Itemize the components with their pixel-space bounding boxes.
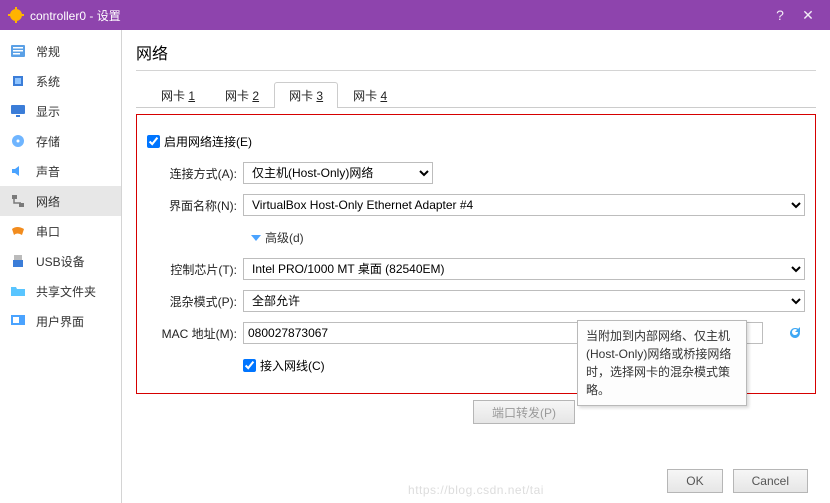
list-icon xyxy=(10,43,26,59)
tab-nic-3[interactable]: 网卡 3 xyxy=(274,82,338,108)
app-icon xyxy=(8,7,24,23)
speaker-icon xyxy=(10,163,26,179)
name-select[interactable]: VirtualBox Host-Only Ethernet Adapter #4 xyxy=(243,194,805,216)
attach-label: 连接方式(A): xyxy=(147,165,243,182)
sidebar-item-serial[interactable]: 串口 xyxy=(0,216,121,246)
sidebar-item-label: 显示 xyxy=(36,103,60,120)
sidebar-item-label: 声音 xyxy=(36,163,60,180)
disk-icon xyxy=(10,133,26,149)
advanced-toggle[interactable]: 高级(d) xyxy=(243,229,304,246)
mac-refresh-button[interactable] xyxy=(785,323,805,343)
sidebar-item-shared[interactable]: 共享文件夹 xyxy=(0,276,121,306)
cable-label: 接入网线(C) xyxy=(260,357,325,374)
promisc-tooltip: 当附加到内部网络、仅主机(Host-Only)网络或桥接网络时，选择网卡的混杂模… xyxy=(577,320,747,406)
sidebar-item-label: 常规 xyxy=(36,43,60,60)
promisc-select[interactable]: 全部允许 xyxy=(243,290,805,312)
sidebar-item-general[interactable]: 常规 xyxy=(0,36,121,66)
name-label: 界面名称(N): xyxy=(147,197,243,214)
sidebar-item-audio[interactable]: 声音 xyxy=(0,156,121,186)
nic-tabs: 网卡 1 网卡 2 网卡 3 网卡 4 xyxy=(136,81,816,108)
sidebar-item-storage[interactable]: 存储 xyxy=(0,126,121,156)
sidebar-item-label: 串口 xyxy=(36,223,60,240)
cancel-button[interactable]: Cancel xyxy=(733,469,808,493)
tab-nic-4[interactable]: 网卡 4 xyxy=(338,82,402,108)
mac-label: MAC 地址(M): xyxy=(147,325,243,342)
tab-nic-1[interactable]: 网卡 1 xyxy=(146,82,210,108)
chip-icon xyxy=(10,73,26,89)
serial-icon xyxy=(10,223,26,239)
sidebar-item-display[interactable]: 显示 xyxy=(0,96,121,126)
enable-network-label: 启用网络连接(E) xyxy=(164,133,252,150)
refresh-icon xyxy=(787,325,803,341)
enable-network-checkbox[interactable] xyxy=(147,135,160,148)
sidebar-item-usb[interactable]: USB设备 xyxy=(0,246,121,276)
sidebar-item-label: 存储 xyxy=(36,133,60,150)
ok-button[interactable]: OK xyxy=(667,469,722,493)
monitor-icon xyxy=(10,103,26,119)
promisc-label: 混杂模式(P): xyxy=(147,293,243,310)
ui-icon xyxy=(10,313,26,329)
net-icon xyxy=(10,193,26,209)
close-button[interactable]: ✕ xyxy=(794,7,822,24)
folder-icon xyxy=(10,283,26,299)
sidebar-item-network[interactable]: 网络 xyxy=(0,186,121,216)
sidebar-item-label: USB设备 xyxy=(36,253,85,270)
page-title: 网络 xyxy=(136,40,816,71)
usb-icon xyxy=(10,253,26,269)
sidebar-item-ui[interactable]: 用户界面 xyxy=(0,306,121,336)
adapter-label: 控制芯片(T): xyxy=(147,261,243,278)
cable-checkbox[interactable] xyxy=(243,359,256,372)
port-forwarding-button[interactable]: 端口转发(P) xyxy=(473,400,575,424)
adapter-select[interactable]: Intel PRO/1000 MT 桌面 (82540EM) xyxy=(243,258,805,280)
watermark-text: https://blog.csdn.net/tai xyxy=(408,483,544,497)
sidebar-item-label: 系统 xyxy=(36,73,60,90)
settings-sidebar: 常规 系统 显示 存储 声音 网络 串口 USB设备 共享文件夹 用户界面 xyxy=(0,30,122,503)
attach-select[interactable]: 仅主机(Host-Only)网络 xyxy=(243,162,433,184)
help-button[interactable]: ? xyxy=(766,7,794,23)
chevron-down-icon xyxy=(251,235,261,241)
window-title: controller0 - 设置 xyxy=(30,7,121,24)
sidebar-item-label: 网络 xyxy=(36,193,60,210)
window-titlebar: controller0 - 设置 ? ✕ xyxy=(0,0,830,30)
sidebar-item-system[interactable]: 系统 xyxy=(0,66,121,96)
sidebar-item-label: 用户界面 xyxy=(36,313,84,330)
sidebar-item-label: 共享文件夹 xyxy=(36,283,96,300)
tab-nic-2[interactable]: 网卡 2 xyxy=(210,82,274,108)
